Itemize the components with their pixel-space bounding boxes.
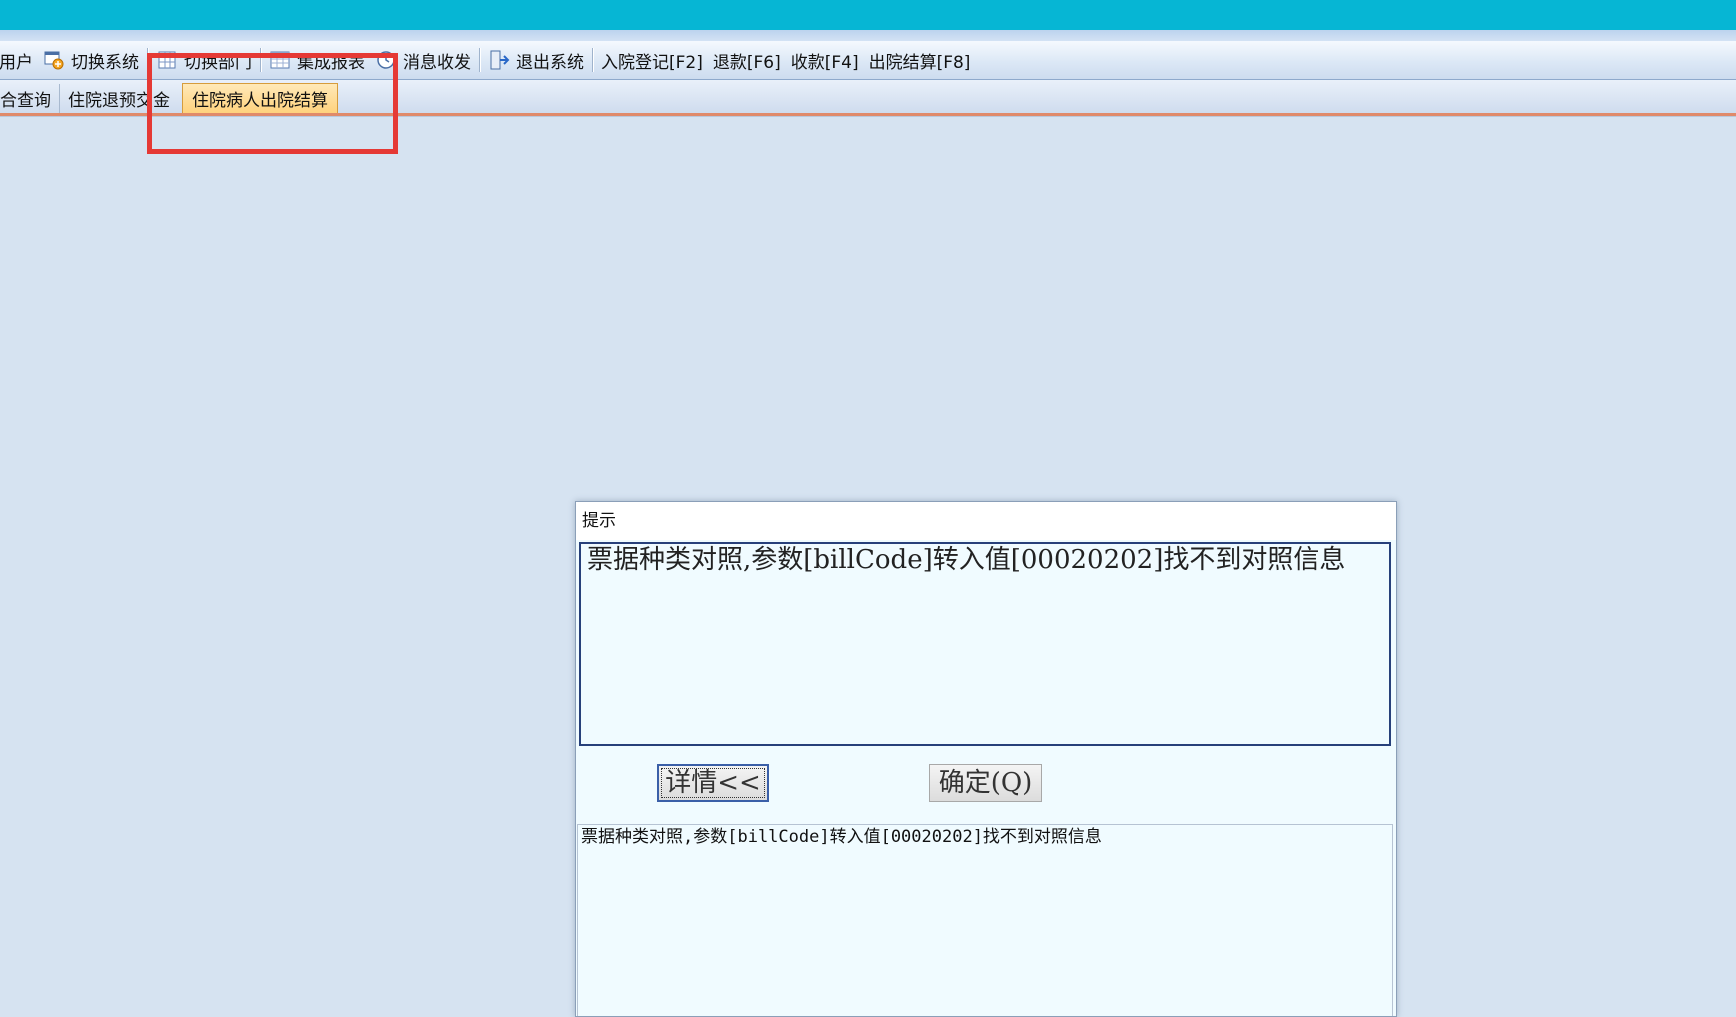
dialog-message: 票据种类对照,参数[billCode]转入值[00020202]找不到对照信息 xyxy=(579,542,1391,746)
prompt-dialog: 提示 票据种类对照,参数[billCode]转入值[00020202]找不到对照… xyxy=(575,501,1397,1017)
switch-system-icon xyxy=(43,49,65,71)
toolbar-item-admission[interactable]: 入院登记[F2] xyxy=(596,45,708,75)
ok-button[interactable]: 确定(Q) xyxy=(929,764,1042,802)
toolbar-item-receive[interactable]: 收款[F4] xyxy=(786,45,864,75)
toolbar-label-admission: 入院登记[F2] xyxy=(601,52,703,73)
exit-icon xyxy=(488,49,510,71)
details-button[interactable]: 详情<< xyxy=(657,764,769,802)
tab-label: 合查询 xyxy=(0,91,51,111)
toolbar-separator xyxy=(592,48,593,72)
toolbar-label-receive: 收款[F4] xyxy=(790,52,859,73)
window-titlebar xyxy=(0,0,1736,30)
dialog-title: 提示 xyxy=(576,502,1396,540)
annotation-highlight-box xyxy=(147,53,398,154)
titlebar-strip xyxy=(0,30,1736,41)
toolbar-label-exit: 退出系统 xyxy=(516,52,584,73)
toolbar-separator xyxy=(479,48,480,72)
tab-integrated-query[interactable]: 合查询 xyxy=(0,84,60,113)
toolbar-label-message: 消息收发 xyxy=(403,52,471,73)
toolbar-item-discharge[interactable]: 出院结算[F8] xyxy=(864,45,976,75)
toolbar-label-discharge: 出院结算[F8] xyxy=(868,52,971,73)
toolbar-label-refund: 退款[F6] xyxy=(712,52,781,73)
toolbar-item-switch-system[interactable]: 切换系统 xyxy=(38,45,144,75)
dialog-detail-text[interactable]: 票据种类对照,参数[billCode]转入值[00020202]找不到对照信息 xyxy=(577,824,1393,1016)
toolbar-label-user: 用户 xyxy=(0,52,33,73)
toolbar-item-refund[interactable]: 退款[F6] xyxy=(708,45,786,75)
toolbar-label-switch-system: 切换系统 xyxy=(71,52,139,73)
toolbar-item-exit[interactable]: 退出系统 xyxy=(483,45,589,75)
toolbar-item-user[interactable]: 用户 xyxy=(0,45,38,75)
